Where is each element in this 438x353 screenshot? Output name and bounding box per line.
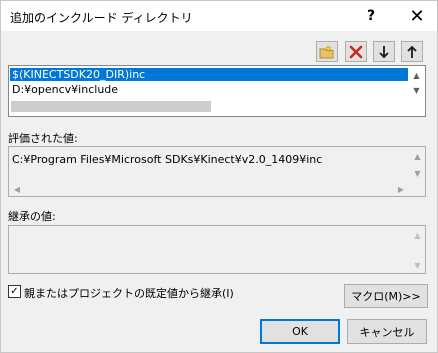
evaluated-value-text: C:¥Program Files¥Microsoft SDKs¥Kinect¥v…: [12, 153, 323, 166]
include-directories-dialog: 追加のインクルード ディレクトリ ? ✕ $(KINECTSDK20_DIR)i…: [0, 0, 438, 353]
window-title: 追加のインクルード ディレクトリ: [10, 11, 193, 25]
inherit-checkbox-label[interactable]: 親またはプロジェクトの既定値から継承(I): [24, 285, 234, 301]
inherit-checkbox[interactable]: ✓: [8, 285, 21, 298]
scroll-up-arrow-icon[interactable]: ▲: [409, 149, 426, 163]
macro-button[interactable]: マクロ(M)>>: [344, 284, 428, 308]
ok-button[interactable]: OK: [260, 319, 340, 344]
cancel-button[interactable]: キャンセル: [347, 319, 427, 344]
inherited-value-label: 継承の値:: [8, 210, 56, 223]
checkmark-icon: ✓: [10, 285, 19, 297]
directory-list[interactable]: $(KINECTSDK20_DIR)inc D:¥opencv¥include …: [8, 65, 426, 117]
scroll-down-arrow-icon[interactable]: ▼: [408, 83, 425, 97]
inherited-value-box: ▲ ▼: [8, 225, 426, 274]
scroll-up-arrow-icon[interactable]: ▲: [408, 68, 425, 82]
new-folder-icon: [319, 44, 335, 59]
evaluated-value-box: C:¥Program Files¥Microsoft SDKs¥Kinect¥v…: [8, 146, 426, 197]
scroll-left-arrow-icon[interactable]: ◀: [11, 182, 23, 196]
list-horizontal-scrollbar-thumb[interactable]: [11, 101, 211, 112]
close-button[interactable]: ✕: [399, 1, 435, 31]
new-line-button[interactable]: [316, 41, 338, 62]
list-item[interactable]: $(KINECTSDK20_DIR)inc: [10, 68, 410, 81]
arrow-down-icon: [378, 45, 390, 59]
list-item[interactable]: D:¥opencv¥include: [10, 83, 410, 96]
evaluated-value-label: 評価された値:: [8, 132, 78, 145]
scroll-right-arrow-icon[interactable]: ▶: [395, 182, 407, 196]
scroll-down-arrow-icon[interactable]: ▼: [409, 258, 426, 272]
title-bar: 追加のインクルード ディレクトリ ? ✕: [1, 1, 437, 31]
help-button[interactable]: ?: [353, 1, 389, 31]
list-vertical-scrollbar[interactable]: ▲ ▼: [408, 66, 425, 116]
scroll-down-arrow-icon[interactable]: ▼: [409, 166, 426, 180]
delete-icon: [349, 45, 363, 59]
delete-line-button[interactable]: [345, 41, 367, 62]
arrow-up-icon: [406, 45, 418, 59]
move-up-button[interactable]: [401, 41, 423, 62]
move-down-button[interactable]: [373, 41, 395, 62]
scroll-up-arrow-icon[interactable]: ▲: [409, 228, 426, 242]
